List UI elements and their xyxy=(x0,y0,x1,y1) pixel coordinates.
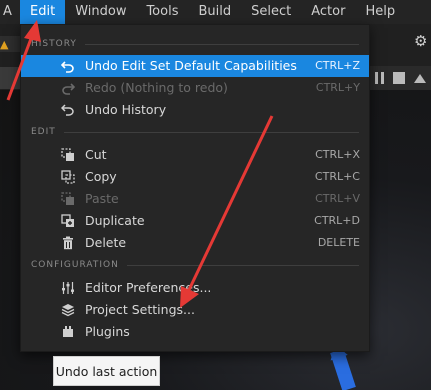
menu-item-shortcut: DELETE xyxy=(317,236,360,249)
menu-item-delete[interactable]: Delete DELETE xyxy=(21,232,369,254)
menu-item-label: Project Settings... xyxy=(85,302,195,317)
menu-select[interactable]: Select xyxy=(241,0,301,24)
copy-icon xyxy=(61,170,75,184)
section-divider xyxy=(84,43,359,45)
stop-icon[interactable] xyxy=(392,72,405,84)
menu-item-shortcut: CTRL+V xyxy=(315,192,360,205)
menu-item-label: Undo History xyxy=(85,102,167,117)
settings-icon[interactable]: ⚙ xyxy=(414,32,427,50)
menu-item-label: Plugins xyxy=(85,324,130,339)
history-icon xyxy=(61,104,74,116)
trash-icon xyxy=(63,236,73,250)
project-settings-icon xyxy=(61,304,75,317)
eject-icon[interactable] xyxy=(414,73,427,83)
menu-item-shortcut: CTRL+D xyxy=(314,214,360,227)
play-button[interactable] xyxy=(0,67,20,89)
playback-controls xyxy=(370,66,431,90)
menu-item-cut[interactable]: Cut CTRL+X xyxy=(21,144,369,166)
menu-item-label: Editor Preferences... xyxy=(85,280,212,295)
menu-build[interactable]: Build xyxy=(188,0,241,24)
menu-item-label: Paste xyxy=(85,191,119,206)
undo-icon xyxy=(61,61,74,73)
section-configuration-label: CONFIGURATION xyxy=(31,260,119,270)
menu-edit[interactable]: Edit xyxy=(20,0,66,24)
undo-tooltip: Undo last action xyxy=(53,356,160,386)
menu-item-duplicate[interactable]: Duplicate CTRL+D xyxy=(21,210,369,232)
paste-icon xyxy=(61,192,74,205)
plugin-icon xyxy=(63,326,73,337)
warning-icon[interactable]: ▲ xyxy=(0,38,8,51)
menu-item-undo-history[interactable]: Undo History xyxy=(21,99,369,121)
menu-item-shortcut: CTRL+Y xyxy=(315,81,360,94)
redo-icon xyxy=(62,83,75,95)
section-divider xyxy=(126,264,359,266)
menu-item-copy[interactable]: Copy CTRL+C xyxy=(21,166,369,188)
section-history: HISTORY xyxy=(31,37,359,51)
menu-item-project-settings[interactable]: Project Settings... xyxy=(21,299,369,321)
menu-item-shortcut: CTRL+Z xyxy=(315,59,360,72)
menu-item-undo[interactable]: Undo Edit Set Default Capabilities CTRL+… xyxy=(21,55,369,77)
menu-item-plugins[interactable]: Plugins xyxy=(21,321,369,343)
menu-item-redo[interactable]: Redo (Nothing to redo) CTRL+Y xyxy=(21,77,369,99)
menu-item-label: Cut xyxy=(85,147,107,162)
menu-item-shortcut: CTRL+C xyxy=(314,170,360,183)
section-edit: EDIT xyxy=(31,125,359,139)
menu-actor[interactable]: Actor xyxy=(301,0,355,24)
menu-item-label: Undo Edit Set Default Capabilities xyxy=(85,58,297,73)
menu-window[interactable]: Window xyxy=(65,0,136,24)
menu-item-label: Copy xyxy=(85,169,117,184)
menu-help[interactable]: Help xyxy=(355,0,405,24)
section-edit-label: EDIT xyxy=(31,127,56,137)
menu-item-paste[interactable]: Paste CTRL+V xyxy=(21,188,369,210)
menu-bar: A Edit Window Tools Build Select Actor H… xyxy=(0,0,431,24)
menu-item-editor-preferences[interactable]: Editor Preferences... xyxy=(21,277,369,299)
menu-file[interactable]: A xyxy=(0,0,20,24)
menu-item-label: Delete xyxy=(85,235,127,250)
sliders-icon xyxy=(62,282,74,294)
pause-icon[interactable] xyxy=(374,72,384,84)
menu-tools[interactable]: Tools xyxy=(136,0,188,24)
menu-item-label: Duplicate xyxy=(85,213,145,228)
duplicate-icon xyxy=(61,214,74,227)
section-configuration: CONFIGURATION xyxy=(31,258,359,272)
section-divider xyxy=(63,131,359,133)
menu-item-label: Redo (Nothing to redo) xyxy=(85,80,228,95)
section-history-label: HISTORY xyxy=(31,39,77,49)
edit-menu-dropdown: HISTORY Undo Edit Set Default Capabiliti… xyxy=(20,24,370,352)
cut-icon xyxy=(61,148,74,161)
menu-item-shortcut: CTRL+X xyxy=(315,148,360,161)
